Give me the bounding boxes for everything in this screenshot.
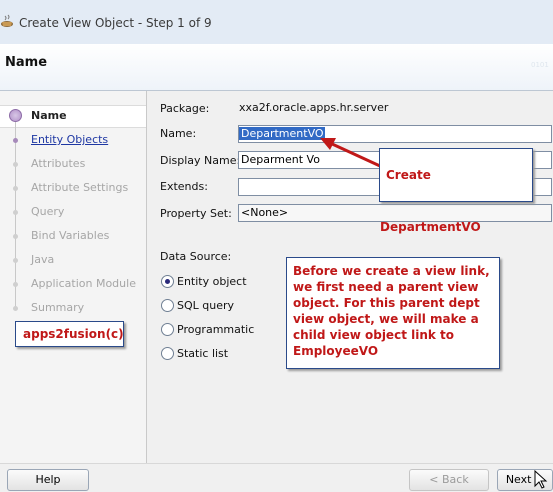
wizard-footer: Help < Back Next > — [0, 463, 553, 492]
annotation-arrow-line — [329, 141, 381, 168]
back-button[interactable]: < Back — [409, 469, 489, 491]
create-vo-callout: Create DepartmentVO — [379, 148, 533, 234]
mouse-cursor-icon — [534, 470, 548, 489]
explanation-callout: Before we create a view link, we first n… — [286, 257, 500, 369]
help-button[interactable]: Help — [7, 469, 89, 491]
